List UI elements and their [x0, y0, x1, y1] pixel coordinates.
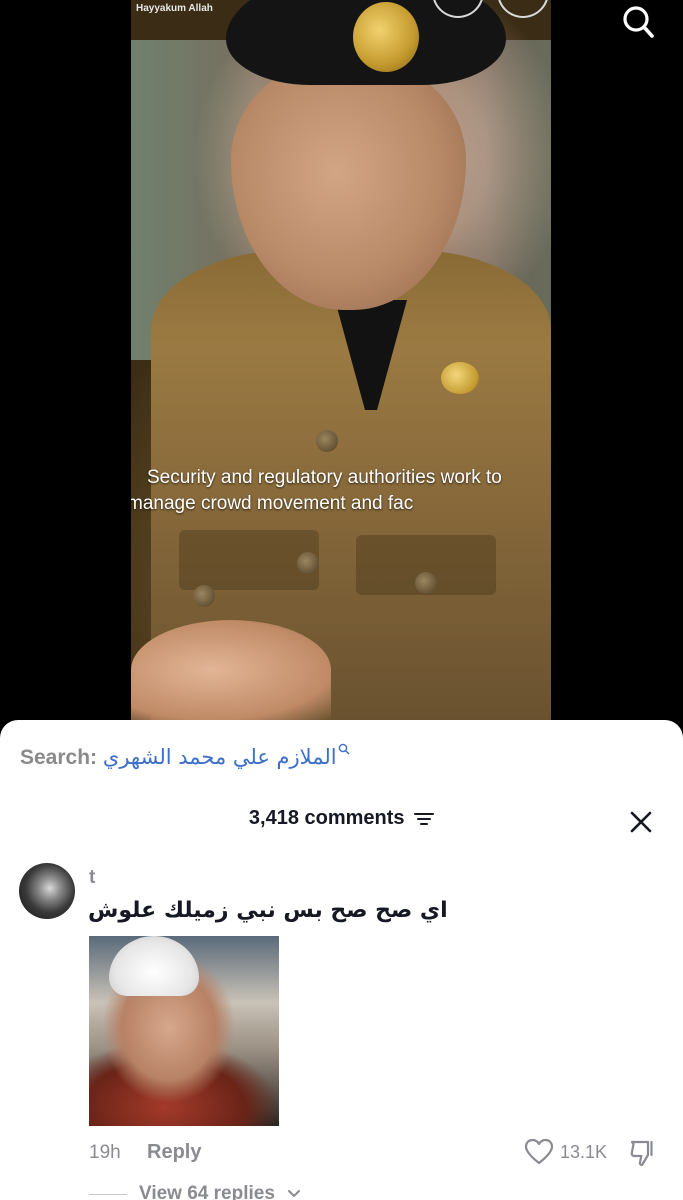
filter-icon[interactable] — [414, 811, 435, 827]
thumbs-down-icon — [630, 1140, 653, 1167]
uniform-button — [415, 572, 437, 594]
uniform-button — [297, 552, 319, 574]
chevron-down-icon — [287, 1190, 300, 1197]
app-screen: Security and regulatory authorities work… — [0, 0, 683, 1200]
caption-line-1: Security and regulatory authorities work… — [147, 467, 502, 488]
video-player[interactable] — [131, 0, 551, 720]
reply-button[interactable]: Reply — [147, 1141, 201, 1164]
like-button[interactable]: 13.1K — [524, 1138, 607, 1166]
view-replies-label: View 64 replies — [139, 1183, 275, 1200]
caption-line-2: manage crowd movement and fac — [131, 493, 414, 514]
close-button[interactable] — [627, 808, 655, 836]
view-replies-button[interactable]: View 64 replies — [89, 1183, 301, 1200]
search-button[interactable] — [620, 4, 656, 40]
close-icon — [630, 811, 652, 833]
like-count: 13.1K — [560, 1141, 608, 1162]
search-suggestion[interactable]: Search: الملازم علي محمد الشهري — [20, 743, 350, 770]
search-label: Search: — [20, 746, 98, 769]
uniform-button — [316, 430, 338, 452]
channel-name: Hayyakum Allah — [136, 3, 213, 14]
comment-username[interactable]: t — [89, 867, 95, 889]
video-hand — [131, 620, 331, 720]
uniform-button — [193, 585, 215, 607]
search-query-link[interactable]: الملازم علي محمد الشهري — [103, 745, 337, 769]
comment-count: 3,418 comments — [248, 807, 405, 829]
comments-sheet: Search: الملازم علي محمد الشهري 3,418 co… — [0, 720, 683, 1200]
comment-text: اي صح صح بس نبي زميلك علوش — [88, 898, 448, 923]
comment-time: 19h — [89, 1142, 121, 1163]
avatar[interactable] — [19, 863, 75, 919]
video-caption: Security and regulatory authorities work… — [131, 465, 551, 517]
search-icon — [338, 743, 349, 755]
collar-insignia — [441, 362, 479, 394]
dislike-button[interactable] — [628, 1138, 658, 1168]
comment-image-cap — [109, 936, 199, 996]
comments-header[interactable]: 3,418 comments — [0, 807, 683, 830]
divider-line — [89, 1193, 127, 1195]
beret-badge — [353, 2, 419, 72]
heart-icon — [524, 1138, 554, 1165]
comment-image[interactable] — [89, 936, 279, 1126]
search-icon — [623, 6, 654, 38]
